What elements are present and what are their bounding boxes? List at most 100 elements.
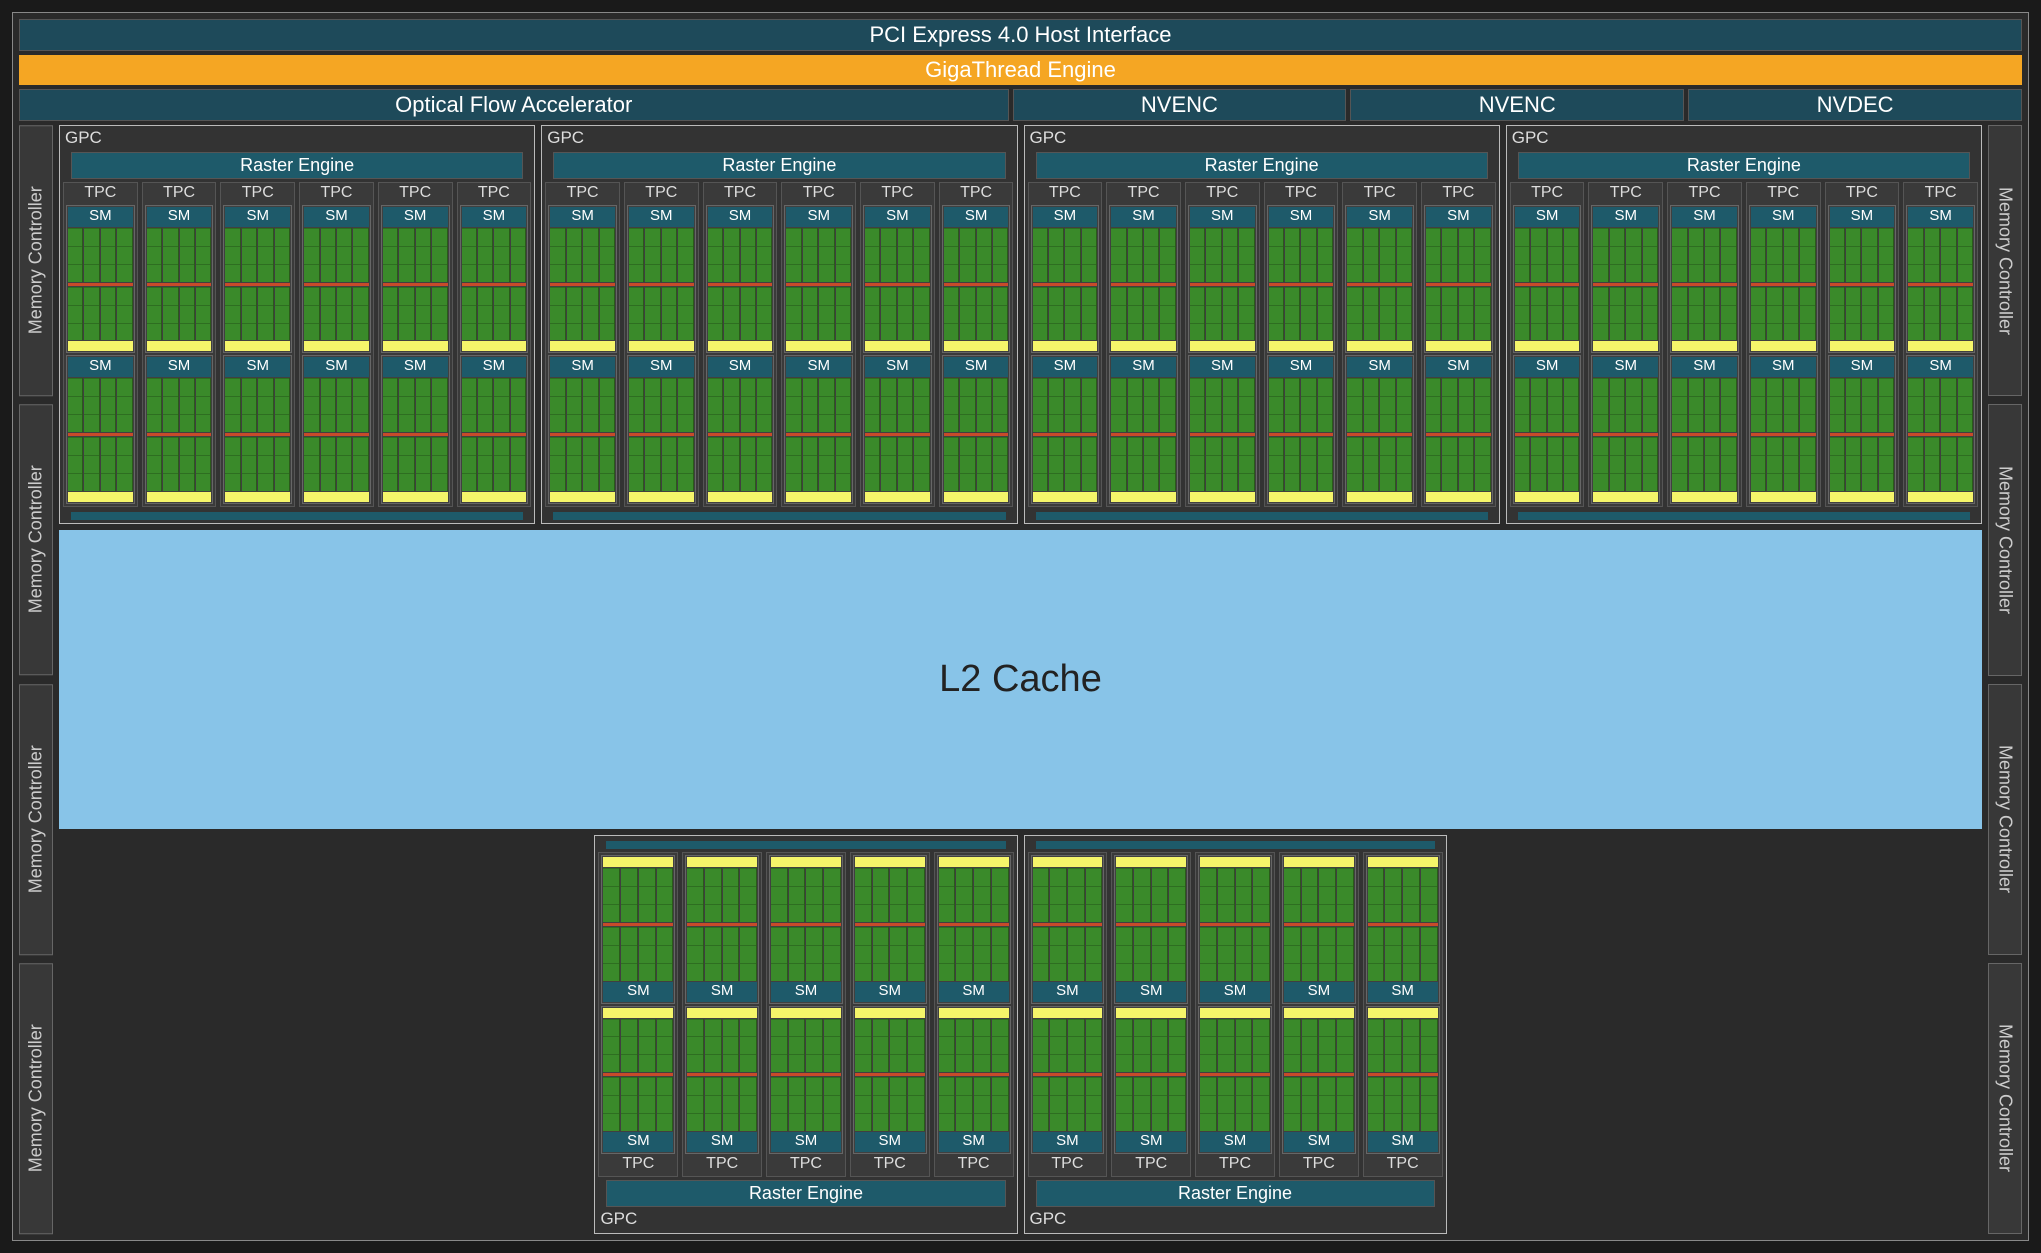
raster-engine: Raster Engine (1036, 152, 1488, 179)
tpc-block: TPCSMSM (1825, 182, 1900, 507)
tpc-label: TPC (1282, 1156, 1356, 1174)
tpc-block: TPCSMSM (1195, 852, 1275, 1177)
core-block (68, 437, 83, 491)
core-block (1160, 228, 1175, 282)
tensor-l1-bar (1284, 1008, 1354, 1018)
core-row (304, 228, 369, 282)
core-block (163, 287, 178, 341)
core-block (789, 927, 806, 981)
core-block (1925, 228, 1940, 282)
core-row (225, 378, 290, 432)
nvenc-block-2: NVENC (1350, 89, 1684, 121)
tensor-l1-bar (855, 857, 925, 867)
core-block (1610, 437, 1625, 491)
core-block (1610, 228, 1625, 282)
sm-label: SM (1284, 1132, 1354, 1152)
core-block (321, 287, 336, 341)
core-row (1908, 287, 1973, 341)
core-block (1846, 228, 1861, 282)
sm-block: SM (942, 205, 1011, 353)
sm-block: SM (1114, 1006, 1188, 1154)
gpc-block: GPCRaster EngineTPCSMSMTPCSMSMTPCSMSMTPC… (1024, 835, 1447, 1234)
tensor-l1-bar (1269, 341, 1334, 351)
core-block (1442, 228, 1457, 282)
core-block (1082, 287, 1097, 341)
sm-label: SM (304, 357, 369, 377)
core-block (960, 437, 975, 491)
core-block (1531, 437, 1546, 491)
core-block (1218, 927, 1235, 981)
sm-label: SM (550, 207, 615, 227)
core-block (196, 287, 211, 341)
memory-controller: Memory Controller (19, 963, 53, 1234)
sm-block: SM (223, 205, 292, 353)
sm-label: SM (1908, 207, 1973, 227)
core-block (1218, 1019, 1235, 1073)
core-block (603, 868, 620, 922)
tensor-l1-bar (304, 492, 369, 502)
tpc-label: TPC (1513, 185, 1582, 203)
core-block (708, 437, 723, 491)
rt-core-bar (629, 433, 694, 436)
core-block (275, 437, 290, 491)
sm-block: SM (1591, 205, 1660, 353)
core-block (1830, 378, 1845, 432)
core-block (993, 228, 1008, 282)
core-row (855, 868, 925, 922)
core-block (1128, 228, 1143, 282)
tpc-block: TPCSMSM (703, 182, 778, 507)
core-row (1368, 1019, 1438, 1073)
core-block (1134, 927, 1151, 981)
core-block (1206, 378, 1221, 432)
rt-core-bar (1426, 283, 1491, 286)
core-block (1318, 228, 1333, 282)
core-block (855, 1019, 872, 1073)
sm-label: SM (1190, 357, 1255, 377)
core-block (992, 1077, 1009, 1131)
core-block (939, 927, 956, 981)
rt-core-bar (939, 923, 1009, 926)
core-block (1152, 1077, 1169, 1131)
sm-label: SM (1908, 357, 1973, 377)
core-row (1116, 1077, 1186, 1131)
core-block (399, 228, 414, 282)
core-block (1548, 287, 1563, 341)
core-block (960, 287, 975, 341)
core-block (478, 287, 493, 341)
core-block (914, 378, 929, 432)
core-block (101, 287, 116, 341)
core-block (824, 1077, 841, 1131)
core-block (1223, 228, 1238, 282)
polymorph-rop-strip (1518, 512, 1970, 520)
core-block (708, 287, 723, 341)
core-row (1190, 378, 1255, 432)
tpc-block: TPCSMSM (457, 182, 532, 507)
tensor-l1-bar (687, 857, 757, 867)
core-block (908, 1019, 925, 1073)
sm-label: SM (687, 982, 757, 1002)
sm-block: SM (1749, 205, 1818, 353)
sm-label: SM (1033, 357, 1098, 377)
tpc-label: TPC (942, 185, 1011, 203)
core-block (819, 378, 834, 432)
core-block (1689, 378, 1704, 432)
core-block (1033, 228, 1048, 282)
core-block (462, 228, 477, 282)
rt-core-bar (944, 433, 1009, 436)
rt-core-bar (1284, 1073, 1354, 1076)
sm-block: SM (548, 355, 617, 503)
tpc-block: TPCSMSM (1588, 182, 1663, 507)
core-block (600, 228, 615, 282)
sm-block: SM (66, 205, 135, 353)
core-block (462, 437, 477, 491)
core-block (855, 927, 872, 981)
tensor-l1-bar (1672, 341, 1737, 351)
tensor-l1-bar (1515, 341, 1580, 351)
sm-label: SM (1672, 207, 1737, 227)
sm-block: SM (601, 855, 675, 1003)
core-row (939, 1019, 1009, 1073)
tensor-l1-bar (1033, 492, 1098, 502)
core-row (1751, 437, 1816, 491)
core-row (1368, 868, 1438, 922)
tpc-block: TPCSMSM (1421, 182, 1496, 507)
